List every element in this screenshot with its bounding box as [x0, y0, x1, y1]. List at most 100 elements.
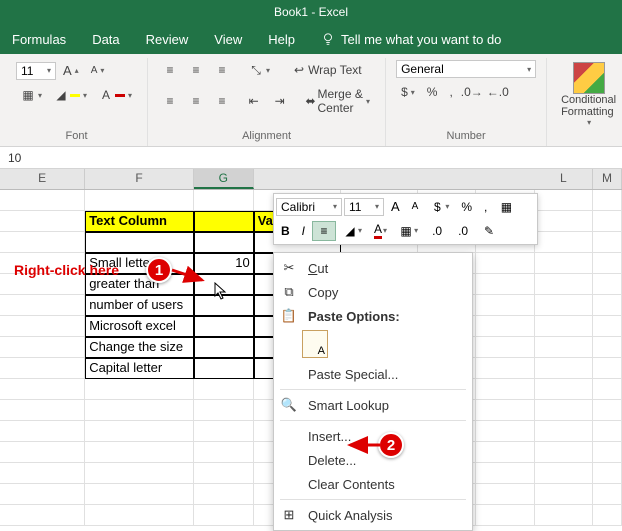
- cell[interactable]: [0, 316, 85, 337]
- ctx-smart-lookup[interactable]: 🔍 Smart Lookup: [274, 393, 472, 417]
- cell[interactable]: [476, 505, 534, 526]
- cell[interactable]: [85, 232, 193, 253]
- tab-formulas[interactable]: Formulas: [12, 32, 66, 47]
- cell[interactable]: [476, 379, 534, 400]
- tab-data[interactable]: Data: [92, 32, 119, 47]
- cell[interactable]: [476, 421, 534, 442]
- cell[interactable]: [476, 253, 534, 274]
- align-middle-button[interactable]: ≡: [184, 60, 208, 80]
- cell[interactable]: [194, 232, 254, 253]
- cell[interactable]: [85, 484, 193, 505]
- cell[interactable]: [593, 484, 622, 505]
- decrease-font-button[interactable]: A▾: [86, 62, 110, 79]
- cell[interactable]: [476, 316, 534, 337]
- cell[interactable]: [194, 400, 254, 421]
- mini-fill-color[interactable]: ◢▾: [338, 221, 367, 241]
- cell[interactable]: [194, 442, 254, 463]
- cell[interactable]: Text Column: [85, 211, 193, 232]
- cell[interactable]: [0, 190, 85, 211]
- cell[interactable]: [0, 295, 85, 316]
- mini-format-cells[interactable]: ▦: [494, 197, 518, 217]
- font-color-button[interactable]: A▾: [94, 85, 137, 105]
- align-bottom-button[interactable]: ≡: [210, 60, 234, 80]
- fill-color-button[interactable]: ◢▾: [49, 85, 92, 105]
- cell[interactable]: [535, 274, 593, 295]
- cell[interactable]: [194, 358, 254, 379]
- cell[interactable]: [535, 253, 593, 274]
- mini-currency[interactable]: $▾: [425, 197, 454, 217]
- cell[interactable]: [194, 505, 254, 526]
- cell[interactable]: [476, 274, 534, 295]
- cell[interactable]: [593, 421, 622, 442]
- cell[interactable]: [194, 379, 254, 400]
- cell[interactable]: number of users: [85, 295, 193, 316]
- cell[interactable]: [535, 400, 593, 421]
- mini-increase-font[interactable]: A: [386, 196, 405, 217]
- cell[interactable]: Microsoft excel: [85, 316, 193, 337]
- cell[interactable]: [593, 190, 622, 211]
- cell[interactable]: [535, 358, 593, 379]
- cell[interactable]: [476, 484, 534, 505]
- cell[interactable]: [85, 442, 193, 463]
- cell[interactable]: [535, 505, 593, 526]
- percent-button[interactable]: %: [422, 82, 443, 102]
- mini-comma[interactable]: ,: [479, 197, 492, 217]
- ctx-copy[interactable]: ⧉ Copy: [274, 280, 472, 304]
- cell[interactable]: [476, 337, 534, 358]
- cell[interactable]: [535, 211, 593, 232]
- mini-size-combo[interactable]: 11▾: [344, 198, 384, 216]
- mini-font-color[interactable]: A▾: [369, 219, 392, 242]
- col-header-f[interactable]: F: [85, 169, 194, 189]
- align-top-button[interactable]: ≡: [158, 60, 182, 80]
- cell[interactable]: [85, 463, 193, 484]
- cell[interactable]: [194, 211, 254, 232]
- cell[interactable]: [194, 463, 254, 484]
- tell-me[interactable]: Tell me what you want to do: [321, 32, 501, 47]
- cell[interactable]: [593, 505, 622, 526]
- tab-view[interactable]: View: [214, 32, 242, 47]
- cell[interactable]: [593, 295, 622, 316]
- cell[interactable]: [85, 400, 193, 421]
- comma-button[interactable]: ,: [444, 82, 457, 102]
- wrap-text-button[interactable]: ↩Wrap Text: [287, 60, 367, 80]
- cell[interactable]: [476, 442, 534, 463]
- cell[interactable]: [535, 190, 593, 211]
- cell[interactable]: [85, 379, 193, 400]
- cell[interactable]: [535, 316, 593, 337]
- align-right-button[interactable]: ≡: [210, 91, 234, 111]
- cell[interactable]: [593, 400, 622, 421]
- cell[interactable]: [593, 316, 622, 337]
- currency-button[interactable]: $▾: [396, 82, 420, 102]
- cell[interactable]: [593, 463, 622, 484]
- col-header-e[interactable]: E: [0, 169, 85, 189]
- col-header-l[interactable]: L: [535, 169, 593, 189]
- cell[interactable]: [535, 421, 593, 442]
- cell[interactable]: [0, 463, 85, 484]
- formula-bar[interactable]: 10: [0, 147, 622, 169]
- decrease-indent-button[interactable]: ⇤: [242, 91, 266, 111]
- ctx-clear-contents[interactable]: Clear Contents: [274, 472, 472, 496]
- mini-align-center[interactable]: ≡: [312, 221, 336, 241]
- cell[interactable]: [194, 190, 254, 211]
- mini-italic[interactable]: I: [297, 221, 310, 241]
- mini-decrease-font[interactable]: A: [407, 198, 424, 215]
- cell[interactable]: [0, 358, 85, 379]
- mini-font-combo[interactable]: Calibri▾: [276, 198, 342, 216]
- align-center-button[interactable]: ≡: [184, 91, 208, 111]
- cell[interactable]: [593, 211, 622, 232]
- cell[interactable]: [85, 505, 193, 526]
- cell[interactable]: [593, 379, 622, 400]
- cell[interactable]: [194, 337, 254, 358]
- cell[interactable]: Change the size: [85, 337, 193, 358]
- mini-format-painter[interactable]: ✎: [477, 221, 501, 241]
- tab-help[interactable]: Help: [268, 32, 295, 47]
- cell[interactable]: [535, 232, 593, 253]
- cell[interactable]: [535, 442, 593, 463]
- cell[interactable]: [476, 400, 534, 421]
- orientation-button[interactable]: ⤡▾: [244, 60, 275, 80]
- cell[interactable]: [476, 295, 534, 316]
- number-format-combo[interactable]: General▾: [396, 60, 536, 78]
- cell[interactable]: [593, 358, 622, 379]
- mini-dec-decimal[interactable]: .0: [451, 221, 475, 241]
- cell[interactable]: [476, 463, 534, 484]
